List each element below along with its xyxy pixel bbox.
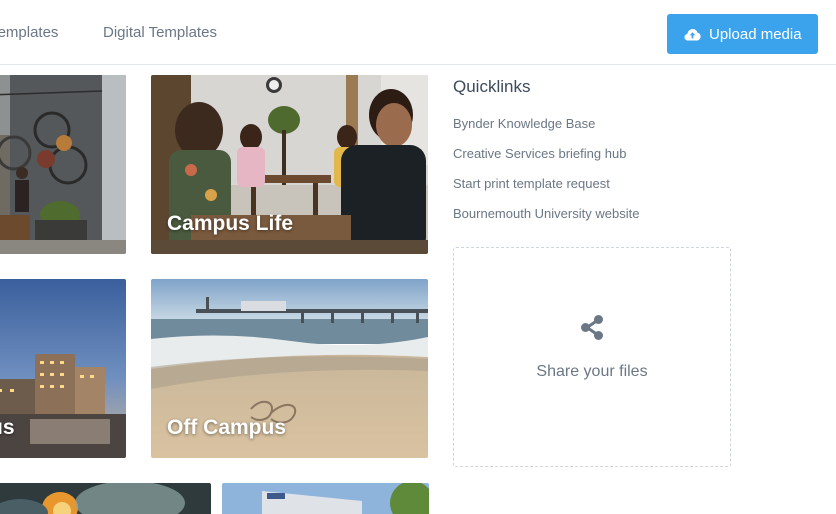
quicklink-university-website[interactable]: Bournemouth University website	[453, 206, 639, 221]
tile-image-campus-dusk	[0, 279, 126, 458]
upload-media-label: Upload media	[709, 25, 802, 43]
share-files-label: Share your files	[536, 363, 648, 380]
quicklink-bynder-knowledge-base[interactable]: Bynder Knowledge Base	[453, 116, 595, 131]
upload-media-button[interactable]: Upload media	[667, 14, 818, 54]
category-tile-campus-life[interactable]: Campus Life	[151, 75, 428, 254]
top-navigation-bar: t Templates Digital Templates Upload med…	[0, 0, 836, 65]
tile-label-campus-life: Campus Life	[167, 212, 294, 235]
category-tile-bottom-1[interactable]	[0, 483, 211, 514]
cloud-upload-icon	[684, 28, 701, 40]
quicklink-print-template-request[interactable]: Start print template request	[453, 176, 610, 191]
nav-print-templates[interactable]: t Templates	[0, 24, 58, 41]
share-files-dropzone[interactable]: Share your files	[453, 247, 731, 467]
share-icon	[581, 315, 603, 340]
category-tile-partial-bottom[interactable]: us	[0, 279, 126, 458]
quicklinks-heading: Quicklinks	[453, 77, 531, 96]
quicklink-creative-services[interactable]: Creative Services briefing hub	[453, 146, 626, 161]
category-tile-partial-top[interactable]	[0, 75, 126, 254]
category-tile-bottom-2[interactable]	[222, 483, 429, 514]
tile-image-building	[222, 483, 429, 514]
category-tile-off-campus[interactable]: Off Campus	[151, 279, 428, 458]
tile-image-courtyard	[0, 75, 126, 254]
nav-digital-templates[interactable]: Digital Templates	[103, 24, 217, 41]
tile-label-partial: us	[0, 416, 15, 439]
tile-image-bonfire	[0, 483, 211, 514]
tile-label-off-campus: Off Campus	[167, 416, 287, 439]
